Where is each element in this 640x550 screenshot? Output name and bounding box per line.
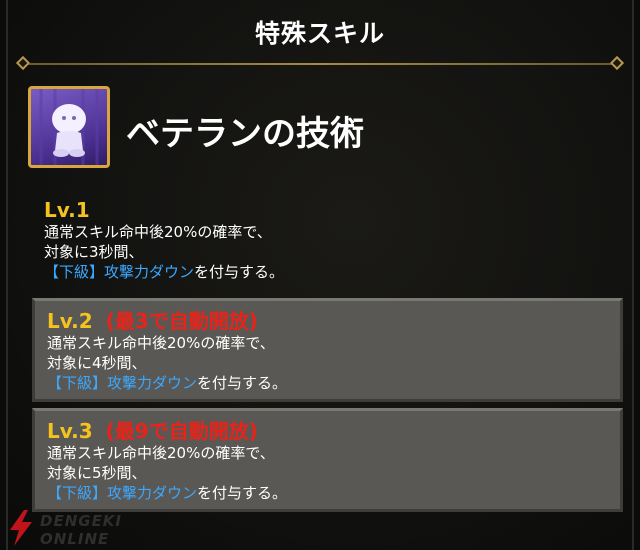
debuff-name: 【下級】攻撃力ダウン [44, 263, 195, 281]
level-unlock-note: (最9で自動開放) [105, 419, 258, 443]
watermark: DENGEKI ONLINE [6, 510, 156, 550]
level-unlock-note: (最3で自動開放) [105, 309, 258, 333]
debuff-name: 【下級】攻撃力ダウン [47, 374, 198, 392]
level-heading: Lv.3 (最9で自動開放) [47, 419, 608, 443]
skill-icon [28, 86, 110, 168]
effect-suffix: を付与する。 [197, 374, 288, 392]
effect-line-2: 対象に3秒間、 [44, 243, 144, 261]
effect-line-2: 対象に5秒間、 [47, 464, 147, 482]
debuff-name: 【下級】攻撃力ダウン [47, 484, 198, 502]
level-heading: Lv.2 (最3で自動開放) [47, 309, 608, 333]
divider-ornament-right [609, 55, 625, 71]
effect-line-2: 対象に4秒間、 [47, 354, 147, 372]
level-label: Lv.1 [44, 198, 90, 222]
divider-ornament-left [15, 55, 31, 71]
effect-line-1: 通常スキル命中後20%の確率で、 [44, 223, 272, 241]
level-2-entry: Lv.2 (最3で自動開放) 通常スキル命中後20%の確率で、 対象に4秒間、 … [32, 298, 623, 402]
panel-title: 特殊スキル [254, 19, 385, 48]
skill-detail-panel: 特殊スキル ベテランの技術 Lv.1 通常スキル命中後20%の確率で、 対象に3… [6, 0, 634, 550]
effect-line-3: 【下級】攻撃力ダウンを付与する。 [44, 262, 611, 282]
effect-line-1: 通常スキル命中後20%の確率で、 [47, 444, 275, 462]
level-heading: Lv.1 [44, 198, 611, 222]
level-label: Lv.2 [47, 309, 93, 333]
level-label: Lv.3 [47, 419, 93, 443]
effect-suffix: を付与する。 [194, 263, 285, 281]
level-3-entry: Lv.3 (最9で自動開放) 通常スキル命中後20%の確率で、 対象に5秒間、 … [32, 408, 623, 512]
effect-line-3: 【下級】攻撃力ダウンを付与する。 [47, 373, 608, 393]
skill-name: ベテランの技術 [126, 114, 364, 154]
level-1-entry: Lv.1 通常スキル命中後20%の確率で、 対象に3秒間、 【下級】攻撃力ダウン… [32, 190, 623, 286]
lightning-logo-icon [10, 510, 32, 546]
effect-line-3: 【下級】攻撃力ダウンを付与する。 [47, 483, 608, 503]
watermark-text: DENGEKI ONLINE [40, 512, 123, 548]
effect-line-1: 通常スキル命中後20%の確率で、 [47, 334, 275, 352]
figure-icon [39, 89, 99, 165]
title-divider [26, 63, 614, 65]
effect-suffix: を付与する。 [197, 484, 288, 502]
